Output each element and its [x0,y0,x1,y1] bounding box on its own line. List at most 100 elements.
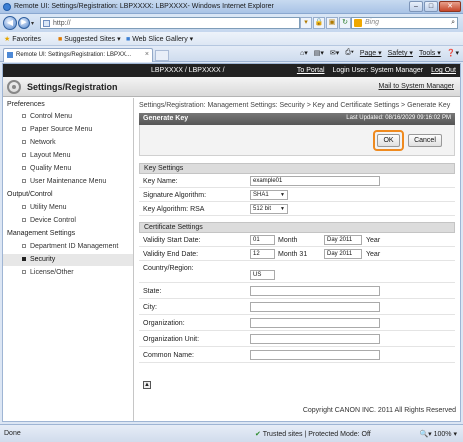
end-month-input[interactable]: 12 [250,249,275,259]
sidebar-item-network[interactable]: Network [3,137,133,149]
city-input[interactable] [250,302,380,312]
new-tab-button[interactable] [155,50,169,61]
suggested-sites-icon: ■ [58,36,63,43]
address-bar: ◀ ▶ ▾ http:// ▾ 🔒 ▣ ↻ ✕ Bing ⌕ [0,14,463,32]
to-portal-link[interactable]: To Portal [297,67,325,74]
signature-algorithm-row: Signature Algorithm: SHA1 ▼ [139,188,455,202]
country-row: Country/Region: US [139,261,455,283]
bullet-icon [22,179,26,183]
organization-unit-label: Organization Unit: [143,336,200,343]
start-day-input[interactable]: Day 2011 [324,235,362,245]
end-day-input[interactable]: Day 2011 [324,249,362,259]
bullet-icon [22,140,26,144]
validity-start-row: Validity Start Date: 01 Month Day 2011 Y… [139,233,455,247]
status-bar: Done ✔ Trusted sites | Protected Mode: O… [0,424,463,442]
organization-unit-row: Organization Unit: [139,331,455,347]
common-name-input[interactable] [250,350,380,360]
check-icon: ✔ [255,431,261,438]
device-name: LBPXXXX / LBPXXXX / [151,67,225,74]
ok-button[interactable]: OK [377,134,400,147]
sidebar-item-control-menu[interactable]: Control Menu [3,111,133,123]
tab-close-icon[interactable]: × [145,51,149,58]
url-input[interactable]: http:// [40,17,300,29]
safety-menu[interactable]: Safety ▾ [388,49,413,57]
history-dropdown-icon[interactable]: ▾ [31,20,34,27]
ie-icon [3,3,11,11]
web-slice-gallery-link[interactable]: ■ Web Slice Gallery ▾ [126,35,193,43]
state-row: State: [139,283,455,299]
bing-logo-icon [354,19,362,27]
sidebar-item-security[interactable]: Security [3,254,133,266]
refresh-icon[interactable]: ↻ [339,17,351,29]
device-bar: LBPXXXX / LBPXXXX / To Portal Login User… [3,64,460,77]
generate-key-header: Generate Key Last Updated: 08/16/2029 09… [139,113,455,125]
country-input[interactable]: US [250,270,275,280]
web-slice-icon: ■ [126,36,131,43]
status-done: Done [4,430,21,437]
bullet-icon [22,244,26,248]
key-settings-heading: Key Settings [139,163,455,174]
panel-title: Generate Key [143,115,189,122]
close-button[interactable]: ✕ [439,1,461,12]
logout-link[interactable]: Log Out [431,67,456,74]
forward-button[interactable]: ▶ [18,17,30,29]
organization-label: Organization: [143,320,185,327]
tab-remote-ui[interactable]: Remote UI: Settings/Registration: LBPXX.… [3,48,153,62]
url-text: http:// [53,20,71,27]
dropdown-icon[interactable]: ▾ [300,17,312,29]
state-input[interactable] [250,286,380,296]
state-label: State: [143,288,162,295]
lock-icon[interactable]: 🔒 [313,17,325,29]
start-month-input[interactable]: 01 [250,235,275,245]
bullet-icon [22,205,26,209]
organization-unit-input[interactable] [250,334,380,344]
bullet-icon [22,166,26,170]
home-icon[interactable]: ⌂▾ [300,49,308,57]
suggested-sites-link[interactable]: ■ Suggested Sites ▾ [58,35,121,43]
sidebar-section-management-settings: Management Settings [7,230,76,237]
bullet-icon [22,257,26,261]
help-icon[interactable]: ❓▾ [447,49,459,57]
key-algorithm-row: Key Algorithm: RSA 512 bit ▼ [139,202,455,216]
sidebar-item-quality-menu[interactable]: Quality Menu [3,163,133,175]
page-top-icon[interactable]: ▲ [143,381,151,389]
minimize-button[interactable]: – [409,1,423,12]
zoom-control[interactable]: 🔍▾ 100% ▾ [419,430,457,438]
page-icon [43,20,50,27]
bullet-icon [22,218,26,222]
bullet-icon [22,127,26,131]
sidebar: Preferences Control Menu Paper Source Me… [3,98,134,421]
sidebar-item-department-id-management[interactable]: Department ID Management [3,241,133,253]
search-icon[interactable]: ⌕ [451,19,455,27]
mail-icon[interactable]: ✉▾ [330,49,339,57]
key-name-input[interactable]: example01 [250,176,380,186]
search-input[interactable]: Bing ⌕ [351,17,458,29]
favorites-button[interactable]: ★ Favorites [4,35,41,43]
back-button[interactable]: ◀ [3,16,17,30]
sidebar-item-layout-menu[interactable]: Layout Menu [3,150,133,162]
window-title: Remote UI: Settings/Registration: LBPXXX… [14,3,274,10]
key-length-select[interactable]: 512 bit ▼ [250,204,288,214]
feeds-icon[interactable]: ▤▾ [314,49,324,57]
sidebar-item-paper-source-menu[interactable]: Paper Source Menu [3,124,133,136]
key-name-row: Key Name: example01 [139,174,455,188]
tools-menu[interactable]: Tools ▾ [419,49,441,57]
sidebar-item-utility-menu[interactable]: Utility Menu [3,202,133,214]
print-icon[interactable]: ⎙▾ [345,49,354,57]
compat-view-icon[interactable]: ▣ [326,17,338,29]
organization-row: Organization: [139,315,455,331]
maximize-button[interactable]: □ [424,1,438,12]
breadcrumb: Settings/Registration: Management Settin… [139,102,451,109]
settings-gear-icon [7,80,21,94]
organization-input[interactable] [250,318,380,328]
page-menu[interactable]: Page ▾ [360,49,382,57]
mail-to-system-manager-link[interactable]: Mail to System Manager [379,83,454,90]
sidebar-item-device-control[interactable]: Device Control [3,215,133,227]
copyright: Copyright CANON INC. 2011 All Rights Res… [302,407,456,414]
sidebar-item-license-other[interactable]: License/Other [3,267,133,279]
signature-algorithm-select[interactable]: SHA1 ▼ [250,190,288,200]
validity-end-label: Validity End Date: [143,251,199,258]
security-zone[interactable]: ✔ Trusted sites | Protected Mode: Off [255,430,371,438]
sidebar-item-user-maintenance-menu[interactable]: User Maintenance Menu [3,176,133,188]
cancel-button[interactable]: Cancel [408,134,442,147]
